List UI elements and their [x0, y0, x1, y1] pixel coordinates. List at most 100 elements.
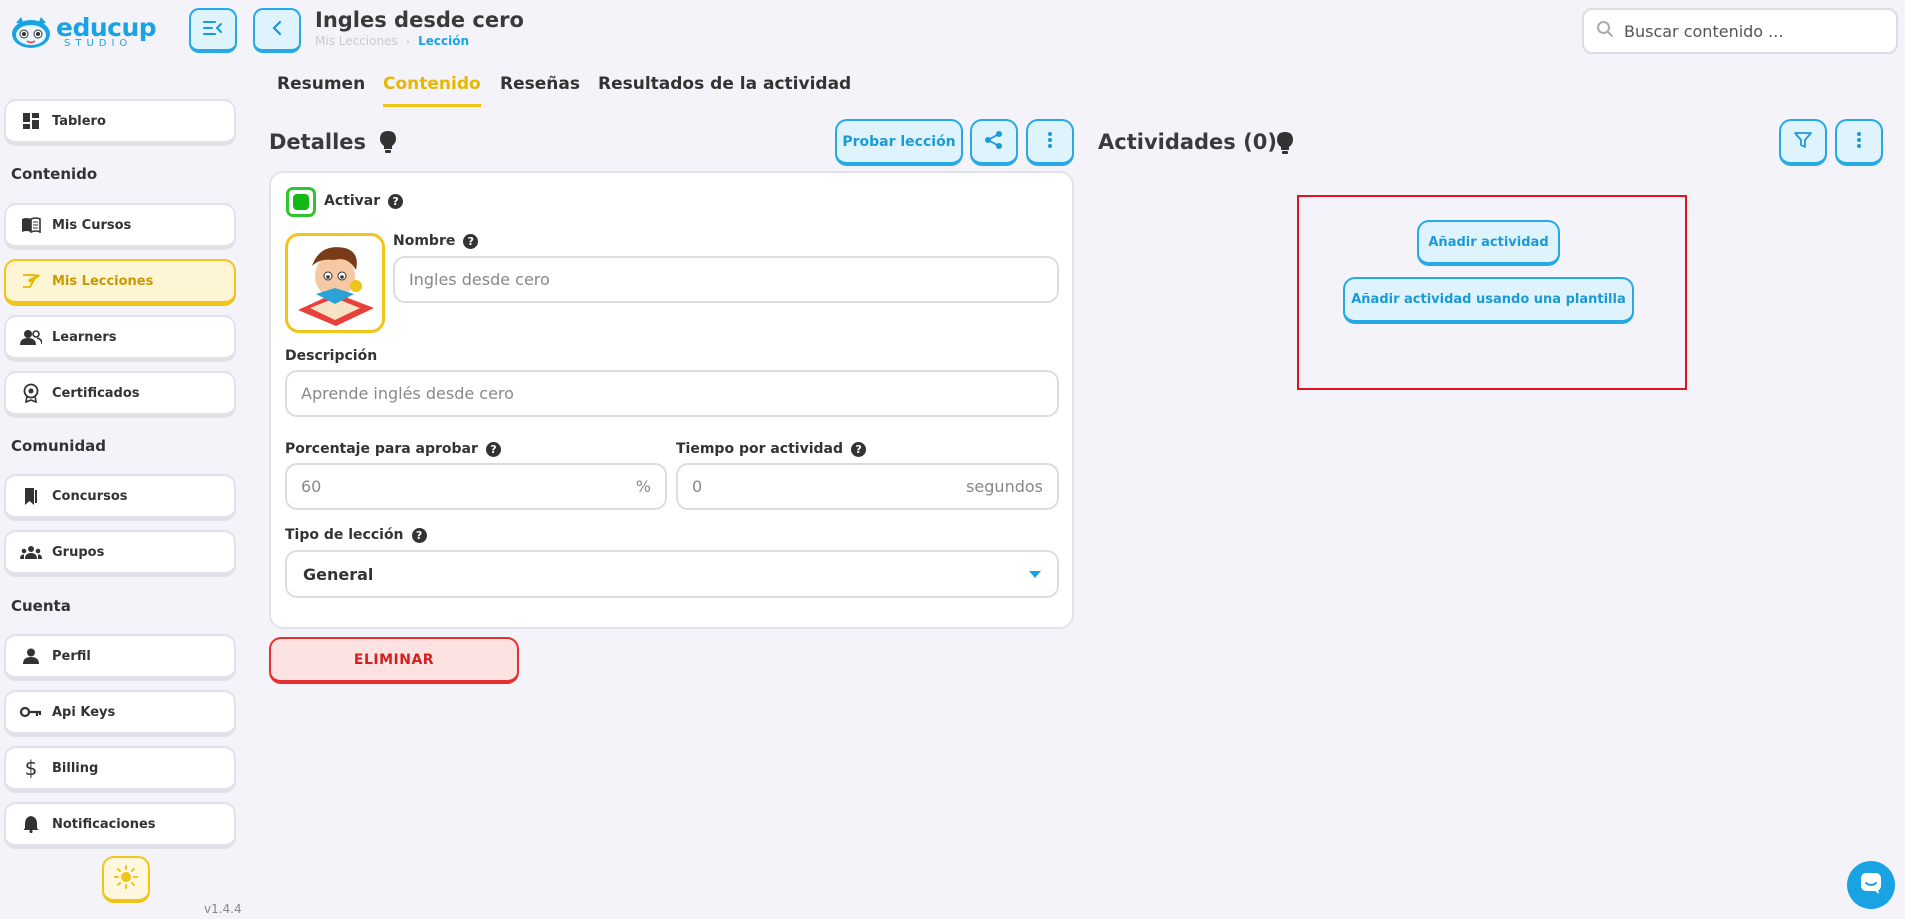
- brand-logo[interactable]: educup STUDIO: [10, 12, 157, 52]
- app-version: v1.4.4: [204, 902, 242, 916]
- chat-icon: [1859, 871, 1883, 899]
- sidebar-item-label: Notificaciones: [52, 816, 156, 832]
- tipo-select[interactable]: General: [285, 550, 1059, 598]
- checkbox-checked-icon: [293, 194, 309, 210]
- help-icon[interactable]: ?: [851, 441, 867, 457]
- tiempo-value: 0: [692, 477, 703, 496]
- share-icon: [984, 130, 1004, 154]
- tab-resultados[interactable]: Resultados de la actividad: [598, 74, 851, 104]
- sidebar-section-contenido: Contenido: [11, 165, 98, 183]
- tab-contenido[interactable]: Contenido: [383, 74, 481, 107]
- nombre-label: Nombre ?: [393, 233, 479, 249]
- back-button[interactable]: [253, 8, 301, 53]
- chat-launcher-button[interactable]: [1847, 861, 1895, 909]
- activar-checkbox[interactable]: [286, 187, 316, 217]
- sidebar-toggle-button[interactable]: [189, 8, 237, 53]
- sidebar-item-label: Concursos: [52, 488, 128, 504]
- help-icon[interactable]: ?: [463, 233, 479, 249]
- sidebar-item-label: Mis Cursos: [52, 217, 132, 233]
- dashboard-icon: [20, 110, 42, 132]
- details-title: Detalles: [269, 130, 367, 154]
- delete-button[interactable]: ELIMINAR: [269, 637, 519, 684]
- groups-icon: [20, 541, 42, 563]
- sidebar-item-learners[interactable]: Learners: [4, 315, 236, 362]
- certificate-icon: [20, 382, 42, 404]
- lightbulb-icon[interactable]: [1275, 131, 1295, 155]
- search-input[interactable]: [1624, 21, 1874, 41]
- help-icon[interactable]: ?: [411, 527, 427, 543]
- tiempo-input[interactable]: 0 segundos: [676, 463, 1059, 510]
- tipo-label-text: Tipo de lección: [285, 527, 404, 543]
- sidebar-item-notificaciones[interactable]: Notificaciones: [4, 802, 236, 849]
- porcentaje-label-text: Porcentaje para aprobar: [285, 441, 478, 457]
- sidebar-item-label: Mis Lecciones: [52, 273, 154, 289]
- page-title: Ingles desde cero: [315, 8, 524, 32]
- filter-icon: [1794, 131, 1812, 153]
- mascot-icon: [10, 15, 52, 49]
- users-icon: [20, 326, 42, 348]
- sidebar-item-label: Certificados: [52, 385, 140, 401]
- descripcion-input[interactable]: Aprende inglés desde cero: [285, 370, 1059, 417]
- nombre-input[interactable]: Ingles desde cero: [393, 256, 1059, 303]
- seconds-suffix: segundos: [966, 477, 1043, 496]
- tiempo-label: Tiempo por actividad ?: [676, 441, 867, 457]
- add-activity-button[interactable]: Añadir actividad: [1417, 220, 1560, 266]
- chevron-left-icon: [271, 20, 283, 40]
- sidebar-item-certificados[interactable]: Certificados: [4, 371, 236, 418]
- brand-sub: STUDIO: [64, 38, 133, 49]
- bell-icon: [20, 813, 42, 835]
- activar-label: Activar ?: [324, 193, 404, 209]
- sidebar-item-perfil[interactable]: Perfil: [4, 634, 236, 681]
- tab-resumen[interactable]: Resumen: [277, 74, 365, 104]
- sidebar-item-label: Grupos: [52, 544, 105, 560]
- percent-suffix: %: [635, 477, 651, 496]
- collapse-menu-icon: [203, 20, 223, 40]
- breadcrumb-link-mis-lecciones[interactable]: Mis Lecciones: [315, 34, 398, 48]
- descripcion-label: Descripción: [285, 348, 377, 364]
- bookmarks-icon: [20, 485, 42, 507]
- sidebar-item-api-keys[interactable]: Api Keys: [4, 690, 236, 737]
- sidebar-item-tablero[interactable]: Tablero: [4, 99, 236, 146]
- tiempo-label-text: Tiempo por actividad: [676, 441, 844, 457]
- breadcrumb-separator-icon: ›: [405, 34, 411, 48]
- key-icon: [20, 701, 42, 723]
- more-vertical-icon: [1047, 131, 1053, 153]
- sidebar-item-label: Billing: [52, 760, 99, 776]
- breadcrumb-current: Lección: [418, 34, 470, 48]
- tipo-selected-value: General: [303, 564, 374, 584]
- filter-button[interactable]: [1779, 119, 1827, 166]
- descripcion-label-text: Descripción: [285, 348, 378, 364]
- caret-down-icon: [1029, 570, 1041, 578]
- sidebar-item-label: Perfil: [52, 648, 91, 664]
- tab-resenas[interactable]: Reseñas: [500, 74, 580, 104]
- search-box[interactable]: [1582, 8, 1898, 54]
- activar-label-text: Activar: [324, 193, 381, 209]
- lesson-icon: [20, 270, 42, 292]
- sidebar-item-label: Api Keys: [52, 704, 116, 720]
- probar-leccion-button[interactable]: Probar lección: [835, 119, 963, 166]
- sidebar-section-cuenta: Cuenta: [11, 597, 71, 615]
- sidebar-item-grupos[interactable]: Grupos: [4, 530, 236, 577]
- share-button[interactable]: [970, 119, 1018, 166]
- theme-toggle-button[interactable]: [102, 856, 150, 903]
- sidebar-item-concursos[interactable]: Concursos: [4, 474, 236, 521]
- help-icon[interactable]: ?: [388, 193, 404, 209]
- sidebar-section-comunidad: Comunidad: [11, 437, 107, 455]
- add-activity-template-button[interactable]: Añadir actividad usando una plantilla: [1343, 277, 1634, 324]
- sidebar-item-mis-lecciones[interactable]: Mis Lecciones: [4, 259, 236, 306]
- lightbulb-icon[interactable]: [378, 130, 398, 154]
- sidebar-item-mis-cursos[interactable]: Mis Cursos: [4, 203, 236, 250]
- sidebar-item-billing[interactable]: $ Billing: [4, 746, 236, 793]
- porcentaje-label: Porcentaje para aprobar ?: [285, 441, 501, 457]
- activities-more-button[interactable]: [1835, 119, 1883, 166]
- breadcrumb: Mis Lecciones › Lección: [315, 34, 469, 48]
- activities-title: Actividades (0): [1098, 130, 1277, 154]
- lesson-avatar[interactable]: [285, 233, 385, 333]
- porcentaje-input[interactable]: 60 %: [285, 463, 667, 510]
- help-icon[interactable]: ?: [485, 441, 501, 457]
- sidebar-item-label: Learners: [52, 329, 117, 345]
- nombre-label-text: Nombre: [393, 233, 456, 249]
- sun-icon: [114, 864, 138, 893]
- descripcion-value: Aprende inglés desde cero: [301, 384, 514, 403]
- details-more-button[interactable]: [1026, 119, 1074, 166]
